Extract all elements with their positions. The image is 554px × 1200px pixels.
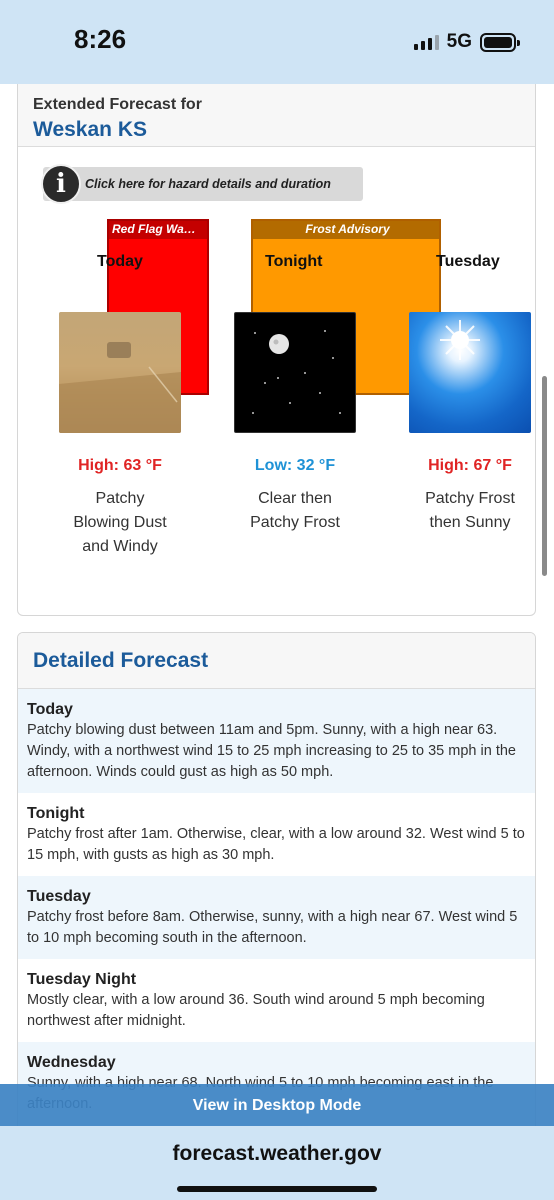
row-forecast-text: Patchy frost before 8am. Otherwise, sunn… — [27, 909, 518, 946]
browser-address-bar[interactable]: forecast.weather.gov — [0, 1126, 554, 1200]
short-desc-line: and Windy — [82, 538, 158, 555]
status-bar: 8:26 5G — [0, 0, 554, 84]
sunny-image[interactable] — [409, 312, 531, 433]
row-period-name: Tuesday — [27, 888, 91, 905]
short-desc-line: Clear then — [258, 490, 332, 507]
forecast-tombstones: Red Flag Wa… Frost Advisory Today High: … — [18, 219, 535, 615]
temp-tonight: Low: 32 °F — [254, 457, 336, 474]
home-indicator[interactable] — [177, 1186, 377, 1192]
short-desc-today: Patchy Blowing Dust and Windy — [45, 487, 195, 559]
extended-forecast-panel: Extended Forecast for Weskan KS i Click … — [17, 84, 536, 616]
web-page[interactable]: Extended Forecast for Weskan KS i Click … — [0, 84, 554, 1126]
frost-advisory-label: Frost Advisory — [253, 221, 439, 239]
short-desc-line: Patchy Frost — [425, 490, 515, 507]
temp-today: High: 63 °F — [78, 457, 162, 474]
forecast-location: Weskan KS — [33, 118, 147, 141]
row-forecast-text: Mostly clear, with a low around 36. Sout… — [27, 992, 485, 1029]
detailed-forecast-title: Detailed Forecast — [18, 633, 535, 689]
short-desc-line: Patchy Frost — [250, 514, 340, 531]
clear-night-moon-image[interactable] — [234, 312, 356, 433]
network-type: 5G — [446, 31, 472, 52]
blowing-dust-image[interactable] — [59, 312, 181, 433]
row-period-name: Tonight — [27, 805, 85, 822]
row-period-name: Tuesday Night — [27, 971, 137, 988]
detailed-forecast-row: Tuesday Patchy frost before 8am. Otherwi… — [18, 876, 535, 959]
detailed-forecast-row: Tonight Patchy frost after 1am. Otherwis… — [18, 793, 535, 876]
red-flag-warning-label: Red Flag Wa… — [109, 221, 207, 239]
detailed-forecast-panel: Detailed Forecast Today Patchy blowing d… — [17, 632, 536, 1126]
period-name-today: Today — [97, 253, 143, 270]
status-indicators: 5G — [413, 31, 520, 53]
short-desc-tonight: Clear then Patchy Frost — [220, 487, 370, 535]
page-scrollbar[interactable] — [542, 376, 547, 576]
address-domain[interactable]: forecast.weather.gov — [0, 1142, 554, 1166]
cellular-signal-icon — [413, 34, 439, 50]
extended-forecast-header: Extended Forecast for Weskan KS — [18, 84, 535, 147]
period-name-tuesday: Tuesday — [436, 253, 500, 270]
short-desc-line: then Sunny — [429, 514, 511, 531]
battery-icon — [480, 32, 520, 52]
hazard-details-link[interactable]: i Click here for hazard details and dura… — [41, 164, 363, 204]
temp-tuesday: High: 67 °F — [428, 457, 512, 474]
hazard-details-text: Click here for hazard details and durati… — [85, 177, 331, 191]
row-period-name: Today — [27, 701, 73, 718]
period-name-tonight: Tonight — [265, 253, 323, 270]
view-desktop-mode-button[interactable]: View in Desktop Mode — [0, 1084, 554, 1126]
detailed-forecast-row: Tuesday Night Mostly clear, with a low a… — [18, 959, 535, 1042]
extended-forecast-label: Extended Forecast for — [33, 96, 202, 113]
row-period-name: Wednesday — [27, 1054, 116, 1071]
info-icon: i — [41, 164, 81, 204]
row-forecast-text: Patchy frost after 1am. Otherwise, clear… — [27, 826, 525, 863]
status-time: 8:26 — [74, 24, 127, 54]
row-forecast-text: Patchy blowing dust between 11am and 5pm… — [27, 722, 516, 780]
detailed-forecast-row: Today Patchy blowing dust between 11am a… — [18, 689, 535, 793]
short-desc-line: Patchy — [95, 490, 145, 507]
short-desc-line: Blowing Dust — [73, 514, 167, 531]
short-desc-tuesday: Patchy Frost then Sunny — [395, 487, 535, 535]
